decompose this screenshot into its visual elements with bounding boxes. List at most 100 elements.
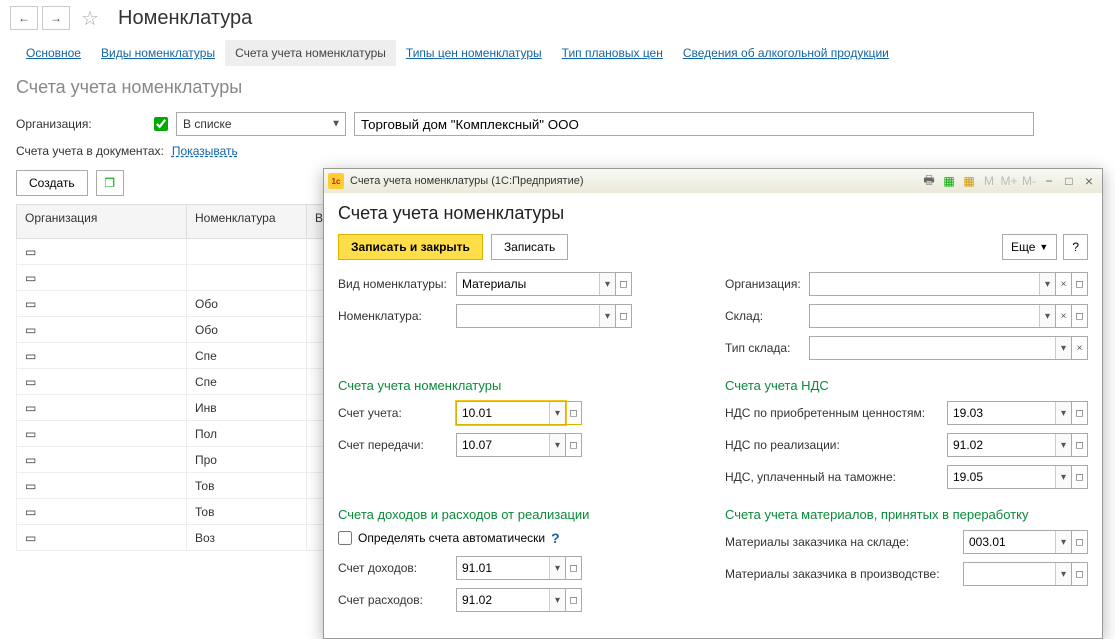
whtype-label: Тип склада:	[725, 341, 809, 355]
vat-acq-input[interactable]	[948, 402, 1055, 424]
wh-label: Склад:	[725, 309, 809, 323]
vat-accounts-head: Счета учета НДС	[725, 378, 1088, 393]
nom-input[interactable]	[457, 305, 599, 327]
row-icon: ▭	[17, 447, 187, 473]
chevron-down-icon[interactable]: ▾	[549, 434, 565, 456]
tab-kinds[interactable]: Виды номенклатуры	[91, 40, 225, 66]
clear-button[interactable]: ×	[1072, 336, 1088, 360]
org-filter-label: Организация:	[16, 117, 146, 131]
chevron-down-icon[interactable]: ▾	[1055, 563, 1071, 585]
calendar-icon[interactable]: ▦	[960, 172, 978, 190]
calc-m-icon[interactable]: M	[980, 172, 998, 190]
minimize-icon[interactable]: −	[1040, 172, 1058, 190]
top-left-col: Вид номенклатуры: ▾ ◻ Номенклатура: ▾ ◻	[338, 272, 701, 368]
dialog-body: Счета учета номенклатуры Записать и закр…	[324, 193, 1102, 638]
chevron-down-icon[interactable]: ▾	[1039, 273, 1055, 295]
chevron-down-icon[interactable]: ▾	[1055, 434, 1071, 456]
income-combo: ▾	[456, 556, 566, 580]
tab-price-types[interactable]: Типы цен номенклатуры	[396, 40, 552, 66]
calc-mminus-icon[interactable]: M-	[1020, 172, 1038, 190]
back-button[interactable]: ←	[10, 6, 38, 30]
forward-button[interactable]: →	[42, 6, 70, 30]
org-label: Организация:	[725, 277, 809, 291]
expense-input[interactable]	[457, 589, 549, 611]
org-filter-checkbox[interactable]	[154, 117, 168, 131]
tab-main[interactable]: Основное	[16, 40, 91, 66]
transfer-input[interactable]	[457, 434, 549, 456]
col-org[interactable]: Организация	[17, 205, 187, 239]
income-input[interactable]	[457, 557, 549, 579]
close-icon[interactable]: ×	[1080, 172, 1098, 190]
tab-accounts[interactable]: Счета учета номенклатуры	[225, 40, 396, 66]
open-button[interactable]: ◻	[616, 272, 632, 296]
row-icon: ▭	[17, 265, 187, 291]
org-input[interactable]	[810, 273, 1039, 295]
copy-button[interactable]: ❐	[96, 170, 124, 196]
save-button[interactable]: Записать	[491, 234, 568, 260]
chevron-down-icon: ▼	[331, 119, 341, 130]
open-button[interactable]: ◻	[566, 556, 582, 580]
save-close-button[interactable]: Записать и закрыть	[338, 234, 483, 260]
open-button[interactable]: ◻	[566, 401, 582, 425]
col-nom[interactable]: Номенклатура	[187, 205, 307, 239]
show-accounts-link[interactable]: Показывать	[172, 144, 238, 158]
open-button[interactable]: ◻	[1072, 401, 1088, 425]
open-button[interactable]: ◻	[616, 304, 632, 328]
chevron-down-icon[interactable]: ▾	[1055, 531, 1071, 553]
chevron-down-icon[interactable]: ▾	[1055, 466, 1071, 488]
mat-wh-combo: ▾	[963, 530, 1072, 554]
acct-row: Счет учета: ▾ ◻	[338, 401, 701, 425]
middle-sections: Счета учета номенклатуры Счет учета: ▾ ◻…	[338, 368, 1088, 497]
clear-button[interactable]: ×	[1056, 304, 1072, 328]
chevron-down-icon[interactable]: ▾	[549, 557, 565, 579]
favorite-star-icon[interactable]: ☆	[78, 6, 102, 30]
help-button[interactable]: ?	[1063, 234, 1088, 260]
help-icon[interactable]: ?	[551, 530, 560, 546]
open-button[interactable]: ◻	[566, 433, 582, 457]
chevron-down-icon[interactable]: ▾	[1055, 337, 1071, 359]
open-button[interactable]: ◻	[566, 588, 582, 612]
create-button[interactable]: Создать	[16, 170, 88, 196]
mat-prod-input[interactable]	[964, 563, 1055, 585]
clear-button[interactable]: ×	[1056, 272, 1072, 296]
chevron-down-icon[interactable]: ▾	[599, 305, 615, 327]
dialog-titlebar[interactable]: 1c Счета учета номенклатуры (1С:Предприя…	[324, 169, 1102, 193]
whtype-input[interactable]	[810, 337, 1055, 359]
materials-head: Счета учета материалов, принятых в перер…	[725, 507, 1088, 522]
vat-accounts-col: Счета учета НДС НДС по приобретенным цен…	[725, 368, 1088, 497]
materials-col: Счета учета материалов, принятых в перер…	[725, 497, 1088, 620]
grid-icon[interactable]: ▦	[940, 172, 958, 190]
vat-cust-input[interactable]	[948, 466, 1055, 488]
open-button[interactable]: ◻	[1072, 562, 1088, 586]
open-button[interactable]: ◻	[1072, 304, 1088, 328]
more-button[interactable]: Еще ▼	[1002, 234, 1057, 260]
print-icon[interactable]: 🖶	[920, 172, 938, 190]
mat-wh-input[interactable]	[964, 531, 1055, 553]
auto-checkbox[interactable]	[338, 531, 352, 545]
more-label: Еще	[1011, 240, 1035, 254]
kind-input[interactable]	[457, 273, 599, 295]
realization-head: Счета доходов и расходов от реализации	[338, 507, 701, 522]
open-button[interactable]: ◻	[1072, 465, 1088, 489]
chevron-down-icon[interactable]: ▾	[549, 589, 565, 611]
tab-alcohol[interactable]: Сведения об алкогольной продукции	[673, 40, 899, 66]
maximize-icon[interactable]: □	[1060, 172, 1078, 190]
wh-input[interactable]	[810, 305, 1039, 327]
open-button[interactable]: ◻	[1072, 530, 1088, 554]
open-button[interactable]: ◻	[1072, 433, 1088, 457]
vat-real-input[interactable]	[948, 434, 1055, 456]
acct-input[interactable]	[457, 402, 549, 424]
chevron-down-icon[interactable]: ▾	[599, 273, 615, 295]
chevron-down-icon[interactable]: ▾	[1039, 305, 1055, 327]
chevron-down-icon[interactable]: ▾	[549, 402, 565, 424]
open-button[interactable]: ◻	[1072, 272, 1088, 296]
tab-plan-price[interactable]: Тип плановых цен	[552, 40, 673, 66]
row-icon: ▭	[17, 317, 187, 343]
row-icon: ▭	[17, 343, 187, 369]
org-filter-value-input[interactable]	[354, 112, 1034, 136]
org-filter-mode-select[interactable]: В списке ▼	[176, 112, 346, 136]
calc-mplus-icon[interactable]: M+	[1000, 172, 1018, 190]
chevron-down-icon[interactable]: ▾	[1055, 402, 1071, 424]
dialog-titlebar-text: Счета учета номенклатуры (1С:Предприятие…	[350, 175, 584, 187]
kind-input-combo: ▾	[456, 272, 616, 296]
